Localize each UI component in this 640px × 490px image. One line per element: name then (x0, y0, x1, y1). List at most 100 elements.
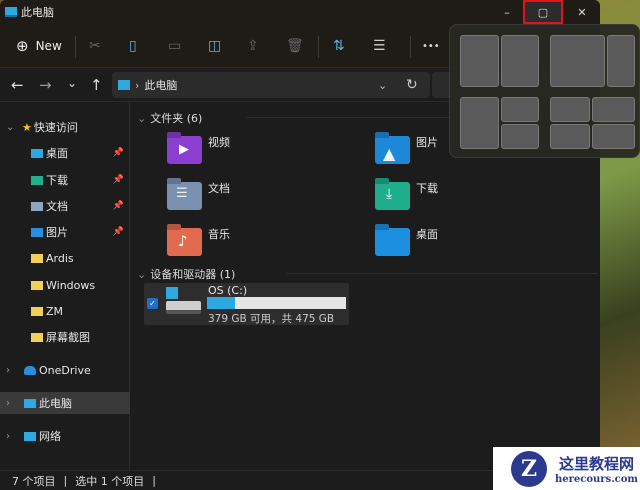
snap-zone[interactable] (550, 35, 605, 87)
folder-label: 桌面 (416, 228, 438, 241)
folder-label: 视频 (208, 136, 230, 149)
music-folder-icon: ♪ (167, 228, 202, 256)
sort-icon[interactable]: ⇅ (333, 36, 345, 56)
sidebar-item-label: Windows (46, 278, 96, 292)
this-pc-icon (5, 7, 17, 17)
folder-documents[interactable]: ☰ 文档 (167, 180, 230, 210)
recent-locations-button[interactable]: ⌄ (67, 76, 77, 90)
chevron-down-icon: ⌄ (6, 121, 15, 133)
sidebar-item-label: 下载 (46, 174, 68, 187)
sidebar-item-label: 文档 (46, 200, 68, 213)
sidebar-item-network[interactable]: › 网络 (0, 425, 130, 447)
maximize-button[interactable]: ▢ (523, 0, 563, 24)
sidebar-item-zm[interactable]: ZM (0, 300, 130, 322)
checkbox[interactable]: ✓ (147, 298, 158, 309)
divider: | (152, 474, 156, 487)
snap-zone[interactable] (592, 97, 635, 122)
downloads-icon (31, 175, 43, 185)
folder-icon (31, 332, 43, 342)
sidebar-item-downloads[interactable]: 下载 📌 (0, 169, 130, 191)
sidebar-item-label: OneDrive (39, 363, 91, 377)
sidebar-item-label: ZM (46, 304, 64, 318)
pin-icon: 📌 (112, 227, 124, 237)
group-header-label: 设备和驱动器 (1) (150, 268, 236, 281)
address-dropdown-button[interactable]: ⌄ (378, 79, 387, 92)
sidebar-item-label: 桌面 (46, 147, 68, 160)
folder-label: 文档 (208, 182, 230, 195)
snap-zone[interactable] (550, 97, 590, 122)
devices-group-header[interactable]: ⌄ 设备和驱动器 (1) (137, 266, 597, 282)
back-button[interactable]: ← (11, 76, 24, 94)
delete-icon[interactable]: 🗑 (286, 36, 304, 56)
share-icon[interactable]: ⇪ (247, 36, 259, 56)
address-bar[interactable]: › 此电脑 ⌄ ↻ (112, 72, 430, 98)
this-pc-icon (118, 80, 130, 90)
divider (410, 36, 411, 58)
copy-icon[interactable]: ▯ (129, 36, 137, 56)
folder-desktop[interactable]: 桌面 (375, 226, 438, 256)
snap-zone[interactable] (460, 97, 499, 149)
group-header-label: 文件夹 (6) (150, 112, 203, 125)
sidebar-item-this-pc[interactable]: › 此电脑 (0, 392, 130, 414)
windows-logo-icon (166, 287, 178, 299)
chevron-right-icon: › (6, 397, 10, 409)
documents-folder-icon: ☰ (167, 182, 202, 210)
sidebar-item-screenshots[interactable]: 屏幕截图 (0, 326, 130, 348)
sidebar-item-ardis[interactable]: Ardis (0, 247, 130, 269)
pin-icon: 📌 (112, 148, 124, 158)
snap-zone[interactable] (501, 97, 539, 122)
folder-icon (31, 280, 43, 290)
sidebar-item-documents[interactable]: 文档 📌 (0, 195, 130, 217)
minimize-button[interactable]: – (487, 0, 527, 24)
sidebar-item-pictures[interactable]: 图片 📌 (0, 221, 130, 243)
sidebar-item-onedrive[interactable]: › OneDrive (0, 359, 130, 381)
up-button[interactable]: ↑ (90, 76, 103, 94)
chevron-right-icon: › (6, 430, 10, 442)
chevron-down-icon: ⌄ (137, 112, 147, 125)
snap-zone[interactable] (607, 35, 635, 87)
sidebar-item-windows[interactable]: Windows (0, 274, 130, 296)
navigation-pane: ⌄ ★ 快速访问 桌面 📌 下载 📌 文档 📌 图片 📌 Ardis Windows ZM … (0, 102, 130, 470)
breadcrumb-this-pc[interactable]: 此电脑 (144, 77, 177, 93)
this-pc-icon (24, 398, 36, 408)
folder-downloads[interactable]: ⤓ 下载 (375, 180, 438, 210)
view-icon[interactable]: ☰ (373, 36, 386, 56)
chevron-right-icon: › (6, 364, 10, 376)
folders-group-header[interactable]: ⌄ 文件夹 (6) (137, 110, 597, 126)
folder-pictures[interactable]: ▲ 图片 (375, 134, 438, 164)
pictures-folder-icon: ▲ (375, 136, 410, 164)
snap-zone[interactable] (550, 124, 590, 149)
drive-c[interactable]: ✓ OS (C:) 379 GB 可用，共 475 GB (144, 283, 349, 325)
drive-space-info: 379 GB 可用，共 475 GB (208, 313, 335, 325)
sidebar-item-label: 网络 (39, 430, 61, 443)
snap-zone[interactable] (501, 35, 539, 87)
cut-icon[interactable]: ✂ (89, 36, 101, 56)
folder-label: 下载 (416, 182, 438, 195)
divider (75, 36, 76, 58)
folder-icon (31, 253, 43, 263)
snap-zone[interactable] (501, 124, 539, 149)
star-icon: ★ (22, 120, 32, 134)
cloud-icon (24, 365, 36, 375)
sidebar-item-label: Ardis (46, 251, 74, 265)
folder-videos[interactable]: ▶ 视频 (167, 134, 230, 164)
rename-icon[interactable]: ◫ (208, 36, 221, 56)
new-button[interactable]: ⊕ New (16, 36, 62, 56)
more-button[interactable]: ••• (422, 36, 440, 56)
snap-zone[interactable] (592, 124, 635, 149)
refresh-button[interactable]: ↻ (406, 77, 418, 93)
close-button[interactable]: ✕ (562, 0, 600, 24)
watermark-logo: Z 这里教程网 herecours.com (493, 447, 640, 490)
new-label: New (35, 39, 62, 53)
snap-zone[interactable] (460, 35, 499, 87)
sidebar-item-desktop[interactable]: 桌面 📌 (0, 142, 130, 164)
pin-icon: 📌 (112, 175, 124, 185)
pin-icon: 📌 (112, 201, 124, 211)
folder-icon (31, 306, 43, 316)
sidebar-item-quick-access[interactable]: ⌄ ★ 快速访问 (0, 116, 130, 138)
paste-icon[interactable]: ▭ (168, 36, 181, 56)
videos-folder-icon: ▶ (167, 136, 202, 164)
forward-button[interactable]: → (39, 76, 52, 94)
folder-music[interactable]: ♪ 音乐 (167, 226, 230, 256)
divider (287, 273, 597, 274)
